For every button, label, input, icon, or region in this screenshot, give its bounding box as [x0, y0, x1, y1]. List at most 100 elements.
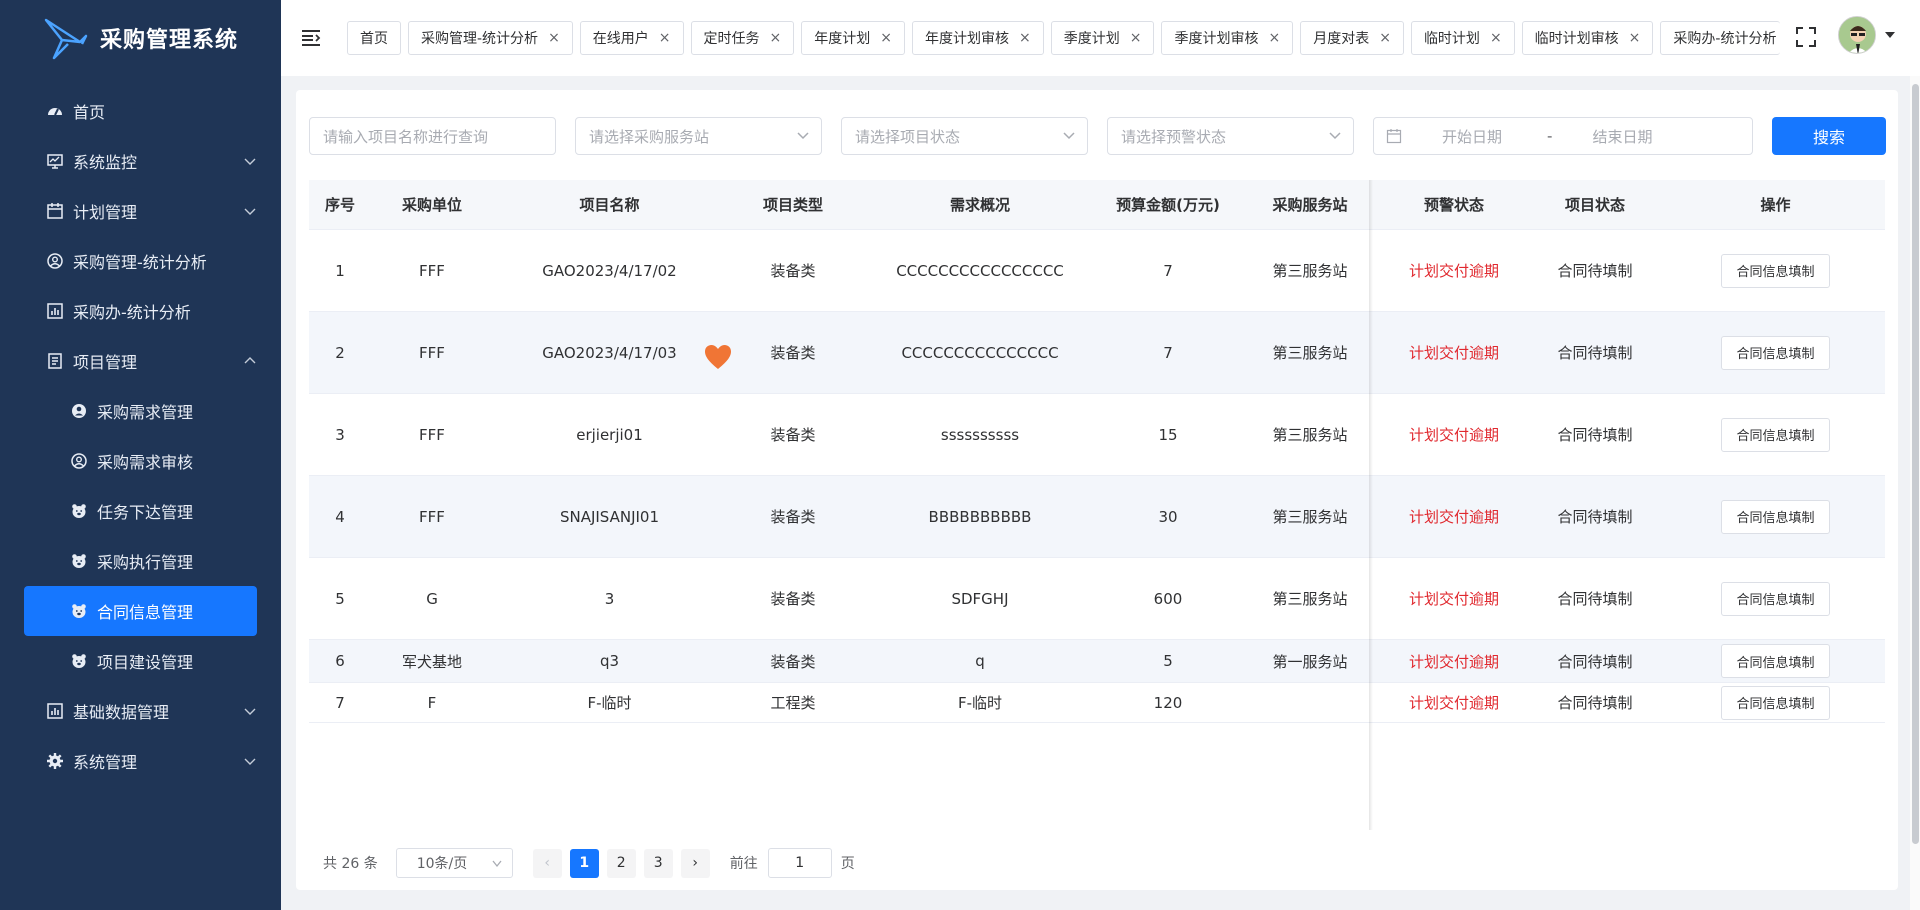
table-header: 序号 采购单位 项目名称 项目类型 需求概况 预算金额(万元) 采购服务站 预警状态 项目状态 操… — [309, 180, 1885, 230]
tab-close-icon[interactable]: × — [770, 30, 782, 46]
page-numbers: 123 — [562, 848, 673, 878]
column-header: 项目状态 — [1564, 196, 1625, 214]
tab-close-icon[interactable]: × — [659, 30, 671, 46]
submenu-item-3[interactable]: 采购执行管理 — [0, 536, 281, 586]
sidebar-item-label: 项目建设管理 — [97, 653, 194, 672]
tab-0[interactable]: 首页 — [347, 21, 401, 55]
tab-1[interactable]: 采购管理-统计分析 × — [408, 21, 573, 55]
prev-page-button[interactable]: ‹ — [532, 848, 562, 878]
date-range-picker[interactable]: 开始日期 - 结束日期 — [1373, 117, 1753, 155]
cell-warning: 计划交付逾期 — [1408, 590, 1499, 608]
tab-11[interactable]: 采购办-统计分析 — [1660, 21, 1781, 55]
calendar-icon — [1386, 129, 1402, 144]
tab-close-icon[interactable]: × — [1379, 30, 1391, 46]
fill-contract-button[interactable]: 合同信息填制 — [1721, 685, 1830, 720]
sidebar-item-0[interactable]: 首页 — [0, 86, 281, 136]
fill-contract-button[interactable]: 合同信息填制 — [1721, 499, 1830, 534]
tab-10[interactable]: 临时计划审核 × — [1521, 21, 1654, 55]
chevron-down-icon — [244, 208, 256, 215]
project-status-select[interactable]: 请选择项目状态 — [841, 117, 1088, 155]
content-card: 请输入项目名称进行查询 请选择采购服务站 请选择项目状态 请选择预警状态 开始日… — [296, 90, 1898, 890]
tab-6[interactable]: 季度计划 × — [1050, 21, 1155, 55]
submenu-item-5[interactable]: 项目建设管理 — [0, 636, 281, 686]
bear-icon — [70, 552, 88, 570]
cell-status: 合同待填制 — [1557, 694, 1633, 712]
cell-type: 装备类 — [770, 344, 816, 362]
tab-close-icon[interactable]: × — [1130, 30, 1142, 46]
tab-label: 采购办-统计分析 — [1673, 31, 1777, 47]
cell-action: 合同信息填制 — [1666, 499, 1885, 534]
sidebar-item-4[interactable]: 采购办-统计分析 — [0, 286, 281, 336]
sidebar-item-6[interactable]: 基础数据管理 — [0, 686, 281, 736]
start-date-input[interactable]: 开始日期 — [1442, 126, 1502, 147]
tab-close-icon[interactable]: × — [1490, 30, 1502, 46]
cell-name: GAO2023/4/17/02 — [542, 261, 677, 280]
page-number-button[interactable]: 3 — [643, 848, 673, 878]
fill-contract-button[interactable]: 合同信息填制 — [1721, 253, 1830, 288]
tab-close-icon[interactable]: × — [1268, 30, 1280, 46]
cell-station: 第三服务站 — [1272, 262, 1348, 280]
fullscreen-icon[interactable] — [1795, 26, 1817, 48]
fill-contract-button[interactable]: 合同信息填制 — [1721, 581, 1830, 616]
user-circle-icon — [46, 252, 64, 270]
goto-suffix: 页 — [840, 856, 855, 872]
tab-2[interactable]: 在线用户 × — [579, 21, 684, 55]
sidebar-item-3[interactable]: 采购管理-统计分析 — [0, 236, 281, 286]
project-name-input[interactable]: 请输入项目名称进行查询 — [309, 117, 556, 155]
cell-type: 工程类 — [770, 694, 816, 712]
fill-contract-button[interactable]: 合同信息填制 — [1721, 417, 1830, 452]
submenu-item-2[interactable]: 任务下达管理 — [0, 486, 281, 536]
cell-name: F-临时 — [587, 694, 632, 712]
page-number-button[interactable]: 1 — [569, 848, 599, 878]
goto-page-input[interactable]: 1 — [767, 848, 832, 878]
cell-budget: 30 — [1158, 507, 1178, 526]
cell-warning: 计划交付逾期 — [1408, 344, 1499, 362]
sidebar-item-label: 采购需求审核 — [97, 453, 194, 472]
cell-name: erjierji01 — [576, 425, 643, 444]
sidebar-item-label: 系统管理 — [73, 753, 138, 772]
page-size-select[interactable]: 10条/页 — [395, 848, 513, 878]
submenu-item-1[interactable]: 采购需求审核 — [0, 436, 281, 486]
tab-9[interactable]: 临时计划 × — [1410, 21, 1515, 55]
tab-8[interactable]: 月度对表 × — [1300, 21, 1404, 55]
tab-close-icon[interactable]: × — [548, 30, 560, 46]
tab-4[interactable]: 年度计划 × — [801, 21, 905, 55]
page-scrollbar-thumb[interactable] — [1912, 84, 1919, 844]
avatar[interactable] — [1838, 16, 1876, 54]
contract-table: 序号 采购单位 项目名称 项目类型 需求概况 预算金额(万元) 采购服务站 预警状态 项目状态 操… — [309, 180, 1885, 723]
end-date-input[interactable]: 结束日期 — [1592, 126, 1652, 147]
sidebar-item-1[interactable]: 系统监控 — [0, 136, 281, 186]
sidebar-item-label: 采购执行管理 — [97, 553, 194, 572]
fill-contract-button[interactable]: 合同信息填制 — [1721, 644, 1830, 678]
sidebar-item-2[interactable]: 计划管理 — [0, 186, 281, 236]
caret-down-icon[interactable] — [1884, 30, 1896, 40]
bear-icon — [70, 602, 88, 620]
tab-label: 临时计划审核 — [1534, 31, 1619, 47]
page-number-button[interactable]: 2 — [606, 848, 636, 878]
submenu-item-4[interactable]: 合同信息管理 — [24, 586, 257, 636]
cell-action: 合同信息填制 — [1666, 685, 1885, 720]
sidebar-item-5[interactable]: 项目管理 — [0, 336, 281, 386]
tab-close-icon[interactable]: × — [1629, 30, 1641, 46]
menu-fold-icon[interactable] — [299, 26, 323, 50]
tab-close-icon[interactable]: × — [880, 30, 892, 46]
cell-action: 合同信息填制 — [1666, 417, 1885, 452]
tab-7[interactable]: 季度计划审核 × — [1161, 21, 1294, 55]
tab-3[interactable]: 定时任务 × — [690, 21, 795, 55]
sidebar-item-7[interactable]: 系统管理 — [0, 736, 281, 786]
search-button[interactable]: 搜索 — [1772, 117, 1886, 155]
bar-chart-icon — [46, 702, 64, 720]
next-page-button[interactable]: › — [680, 848, 710, 878]
station-select[interactable]: 请选择采购服务站 — [575, 117, 822, 155]
table-row: 1 FFF GAO2023/4/17/02 装备类 CCCCCCCCCCCCCCCC 7 第… — [309, 230, 1885, 312]
tab-label: 定时任务 — [703, 31, 760, 47]
cell-station: 第三服务站 — [1272, 344, 1348, 362]
table-row: 6 军犬基地 q3 装备类 q 5 第一服务站 计划交付逾期 合同待填制 合同信息填制 — [309, 640, 1885, 683]
tab-5[interactable]: 年度计划审核 × — [912, 21, 1044, 55]
table-row: 5 G 3 装备类 SDFGHJ 600 第三服务站 计划交付逾期 合同待填制 合同信息填制 — [309, 558, 1885, 640]
tab-close-icon[interactable]: × — [1019, 30, 1031, 46]
user-circle-icon — [70, 452, 88, 470]
fill-contract-button[interactable]: 合同信息填制 — [1721, 335, 1830, 370]
submenu-item-0[interactable]: 采购需求管理 — [0, 386, 281, 436]
warning-status-select[interactable]: 请选择预警状态 — [1107, 117, 1354, 155]
